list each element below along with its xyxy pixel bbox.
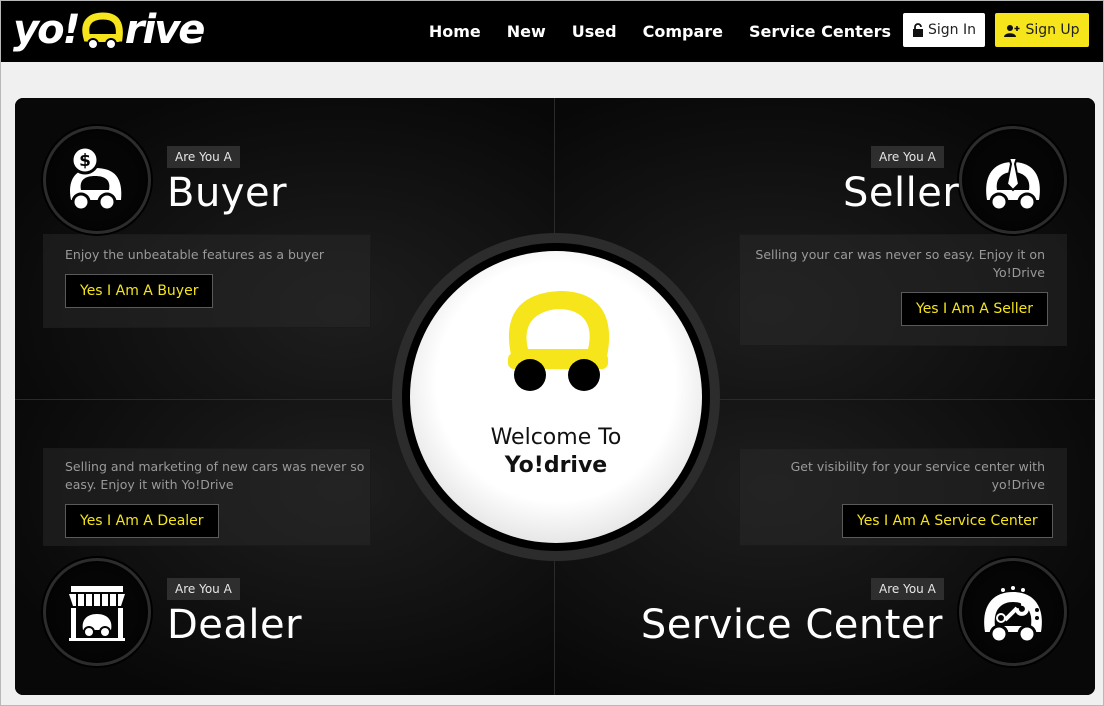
service-car-wrench-icon bbox=[984, 586, 1042, 644]
buyer-title: Buyer bbox=[167, 170, 288, 216]
welcome-outer-ring: Welcome To Yo!drive bbox=[392, 233, 720, 561]
seller-cta-button[interactable]: Yes I Am A Seller bbox=[901, 292, 1048, 326]
logo-car-icon bbox=[79, 10, 125, 50]
seller-car-tie-icon bbox=[986, 157, 1040, 212]
svg-text:$: $ bbox=[79, 151, 91, 171]
dealer-tag: Are You A bbox=[167, 578, 240, 600]
buyer-car-dollar-icon: $ bbox=[70, 145, 122, 212]
welcome-line-2: Yo!drive bbox=[504, 453, 608, 478]
buyer-icon-circle[interactable]: $ bbox=[43, 126, 151, 234]
sign-up-label: Sign Up bbox=[1025, 22, 1080, 38]
seller-icon-circle[interactable] bbox=[959, 126, 1067, 234]
service-tag: Are You A bbox=[871, 578, 944, 600]
sign-up-button[interactable]: Sign Up bbox=[995, 13, 1089, 47]
lock-icon bbox=[913, 23, 923, 37]
nav-compare[interactable]: Compare bbox=[643, 22, 723, 41]
dealer-description: Selling and marketing of new cars was ne… bbox=[65, 459, 365, 492]
service-title: Service Center bbox=[640, 602, 943, 648]
service-description: Get visibility for your service center w… bbox=[790, 459, 1045, 492]
main-nav: Home New Used Compare Service Centers bbox=[403, 1, 891, 62]
dealer-icon-circle[interactable] bbox=[43, 558, 151, 666]
welcome-line-1: Welcome To bbox=[490, 425, 622, 450]
nav-home[interactable]: Home bbox=[429, 22, 481, 41]
service-icon-circle[interactable] bbox=[959, 558, 1067, 666]
dealer-shop-icon bbox=[69, 586, 125, 641]
logo-text-yo: yo! bbox=[13, 7, 81, 53]
buyer-description: Enjoy the unbeatable features as a buyer bbox=[65, 247, 325, 262]
top-navbar: yo! rive Home New Used Compare Service C… bbox=[1, 1, 1103, 62]
yodrive-car-logo-icon bbox=[508, 291, 610, 391]
seller-description: Selling your car was never so easy. Enjo… bbox=[755, 247, 1045, 280]
service-cta-button[interactable]: Yes I Am A Service Center bbox=[842, 504, 1053, 538]
buyer-tag: Are You A bbox=[167, 146, 240, 168]
nav-new[interactable]: New bbox=[507, 22, 546, 41]
seller-title: Seller bbox=[843, 170, 960, 216]
welcome-disc: Welcome To Yo!drive bbox=[410, 251, 702, 543]
dealer-cta-button[interactable]: Yes I Am A Dealer bbox=[65, 504, 219, 538]
seller-tag: Are You A bbox=[871, 146, 944, 168]
nav-service-centers[interactable]: Service Centers bbox=[749, 22, 891, 41]
buyer-cta-button[interactable]: Yes I Am A Buyer bbox=[65, 274, 214, 308]
add-user-icon bbox=[1004, 24, 1020, 37]
yodrive-logo[interactable]: yo! rive bbox=[13, 7, 206, 53]
role-selection-panel: $ Are You A Buyer Enjoy the unbeatable f… bbox=[15, 98, 1095, 695]
dealer-title: Dealer bbox=[167, 602, 303, 648]
welcome-inner-ring: Welcome To Yo!drive bbox=[402, 243, 710, 551]
sign-in-button[interactable]: Sign In bbox=[903, 13, 985, 47]
sign-in-label: Sign In bbox=[928, 22, 976, 38]
logo-text-rive: rive bbox=[124, 7, 206, 53]
nav-used[interactable]: Used bbox=[572, 22, 617, 41]
